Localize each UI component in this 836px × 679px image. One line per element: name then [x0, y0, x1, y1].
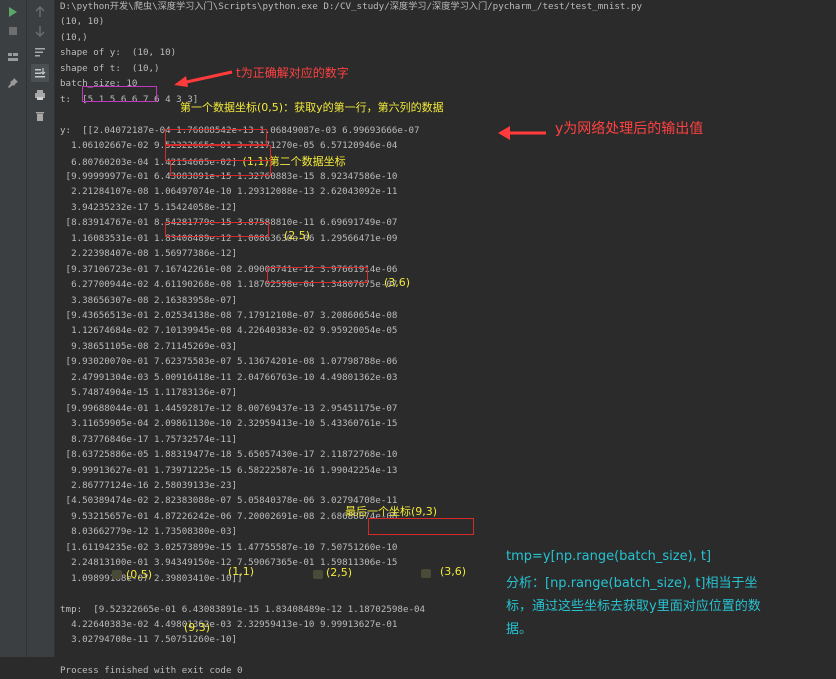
console-line: shape of y: (10, 10)	[60, 47, 177, 59]
marker-3-6	[421, 569, 431, 578]
trash-icon[interactable]	[31, 107, 49, 125]
explain-line-3: 标，通过这些坐标去获取y里面对应位置的数	[506, 599, 761, 614]
first-coord-annotation: 第一个数据坐标(0,5)：获取y的第一行，第六列的数据	[180, 101, 444, 114]
t-annotation: t为正确解对应的数字	[236, 66, 349, 80]
console-line: 2.22398407e-08 1.56977386e-12]	[60, 248, 238, 260]
stop-icon[interactable]	[4, 22, 22, 40]
tmp-coord-1-1: (1,1)	[228, 565, 255, 578]
tmp-coord-3-6: (3,6)	[440, 565, 467, 578]
soft-wrap-icon[interactable]	[31, 43, 49, 61]
console-line: 2.47991304e-03 5.00916418e-11 2.04766763…	[60, 371, 398, 383]
console-line: [9.43656513e-01 2.02534138e-08 7.1791210…	[60, 310, 398, 321]
console-line: [8.63725886e-05 1.88319477e-18 5.6505743…	[60, 449, 398, 461]
t-values-box	[82, 86, 157, 102]
console-line: 3.38656307e-08 2.16383958e-07]	[60, 294, 238, 306]
up-arrow-icon[interactable]	[31, 3, 49, 21]
console-line: 8.03662779e-12 1.73508380e-03]	[60, 526, 238, 538]
explain-line-1: tmp=y[np.range(batch_size), t]	[506, 549, 712, 564]
console-line: 9.99913627e-01 1.73971225e-15 6.58222587…	[60, 464, 398, 476]
y-annotation: y为网络处理后的输出值	[555, 121, 704, 137]
console-line: 3.11659905e-04 2.09861130e-10 2.32959413…	[60, 418, 398, 430]
left-toolbar	[0, 0, 27, 657]
console-line: [9.99688044e-01 1.44592817e-12 8.0076943…	[60, 402, 398, 414]
console-line: 1.12674684e-02 7.10139945e-08 4.22640383…	[60, 325, 398, 337]
console-line: Process finished with exit code 0	[60, 665, 243, 677]
highlight-box-0-5	[165, 129, 267, 145]
console-line: tmp: [9.52322665e-01 6.43083891e-15 1.83…	[60, 603, 426, 615]
highlight-box-3-6	[267, 267, 368, 283]
console-toolbar	[27, 0, 55, 657]
marker-0-5	[112, 570, 122, 579]
console-line: 3.02794708e-11 7.50751260e-10]	[60, 634, 238, 646]
console-line: 5.74874904e-15 1.11783136e-07]	[60, 387, 238, 399]
console-line: (10,)	[60, 31, 88, 43]
console-line: [1.61194235e-02 3.02573899e-15 1.4775558…	[60, 541, 398, 553]
highlight-box-1-1	[165, 145, 271, 161]
console-line: D:\python开发\爬虫\深度学习入门\Scripts\python.exe…	[60, 1, 643, 12]
console-line: 2.21284107e-08 1.06497074e-10 1.29312088…	[60, 186, 398, 198]
tmp-coord-9-3: (9,3)	[184, 621, 211, 634]
console-line: shape of t: (10,)	[60, 62, 160, 74]
tmp-coord-2-5: (2,5)	[326, 566, 353, 579]
console-line: 3.94235232e-17 5.15424058e-12]	[60, 201, 238, 213]
tmp-coord-0-5: (0,5)	[126, 568, 153, 581]
console-line: [9.93020070e-01 7.62375583e-07 5.1367420…	[60, 356, 398, 368]
highlight-box-2-5	[165, 222, 269, 237]
run-icon[interactable]	[4, 3, 22, 21]
pin-icon[interactable]	[4, 74, 22, 92]
arrow-to-y	[498, 126, 546, 140]
console-line: 2.86777124e-16 2.58039133e-23]	[60, 479, 238, 491]
console-line: 4.22640383e-02 4.49801362e-03 2.32959413…	[60, 619, 398, 630]
console-line: 9.38651105e-08 2.71145269e-03]	[60, 340, 238, 352]
marker-2-5	[313, 570, 323, 579]
scroll-to-end-icon[interactable]	[31, 64, 49, 82]
highlight-box-9-3	[368, 518, 474, 535]
coord-2-5-annotation: (2,5)	[284, 229, 311, 242]
explain-line-2: 分析：[np.range(batch_size), t]相当于坐	[506, 576, 758, 591]
layout-icon[interactable]	[4, 48, 22, 66]
down-arrow-icon[interactable]	[31, 22, 49, 40]
last-coord-annotation: 最后一个坐标(9,3)	[345, 505, 438, 518]
arrow-to-t	[174, 70, 233, 87]
highlight-box-1-1-alt	[170, 160, 271, 176]
console-line: 8.73776846e-17 1.75732574e-11]	[60, 433, 238, 445]
console-output[interactable]: D:\python开发\爬虫\深度学习入门\Scripts\python.exe…	[60, 0, 836, 676]
print-icon[interactable]	[31, 86, 49, 104]
console-line: (10, 10)	[60, 16, 105, 28]
coord-3-6-annotation: (3,6)	[384, 276, 411, 289]
explain-line-4: 据。	[506, 622, 533, 637]
